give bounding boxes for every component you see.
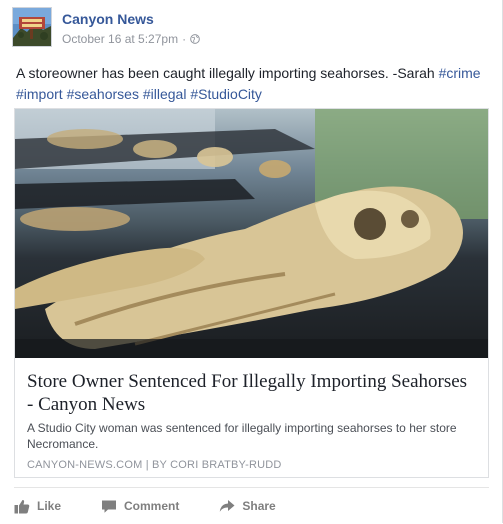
- share-label: Share: [242, 499, 276, 513]
- comment-label: Comment: [124, 499, 180, 513]
- link-preview-source: CANYON-NEWS.COM | BY CORI BRATBY-RUDD: [27, 459, 282, 471]
- post-timestamp[interactable]: October 16 at 5:27pm: [62, 32, 178, 46]
- link-preview-description: A Studio City woman was sentenced for il…: [27, 421, 457, 451]
- hashtag-seahorses[interactable]: #seahorses: [67, 86, 139, 102]
- post-text: A storeowner has been caught illegally i…: [16, 63, 486, 105]
- hashtag-import[interactable]: #import: [16, 86, 63, 102]
- bird-skulls-photo: [15, 109, 488, 358]
- like-button[interactable]: Like: [14, 499, 61, 514]
- facebook-post: Canyon News October 16 at 5:27pm · A sto…: [0, 0, 503, 523]
- canyon-news-logo: [13, 8, 51, 46]
- hashtag-illegal[interactable]: #illegal: [143, 86, 187, 102]
- post-actions-bar: Like Comment Share: [14, 487, 489, 524]
- hashtag-studiocity[interactable]: #StudioCity: [190, 86, 262, 102]
- post-meta: October 16 at 5:27pm ·: [62, 32, 200, 46]
- globe-icon[interactable]: [190, 34, 200, 44]
- post-body: A storeowner has been caught illegally i…: [16, 65, 439, 81]
- like-label: Like: [37, 499, 62, 513]
- comment-button[interactable]: Comment: [101, 499, 179, 514]
- thumbs-up-icon: [14, 499, 30, 513]
- meta-separator: ·: [182, 32, 187, 46]
- link-preview-title[interactable]: Store Owner Sentenced For Illegally Impo…: [27, 370, 477, 416]
- link-preview-image[interactable]: [15, 109, 488, 358]
- share-button[interactable]: Share: [219, 499, 276, 513]
- share-arrow-icon: [220, 500, 235, 512]
- page-name[interactable]: Canyon News: [62, 11, 154, 27]
- page-avatar[interactable]: [12, 7, 52, 47]
- hashtag-crime[interactable]: #crime: [439, 65, 481, 81]
- link-preview-card[interactable]: Store Owner Sentenced For Illegally Impo…: [14, 108, 489, 478]
- comment-bubble-icon: [102, 500, 117, 513]
